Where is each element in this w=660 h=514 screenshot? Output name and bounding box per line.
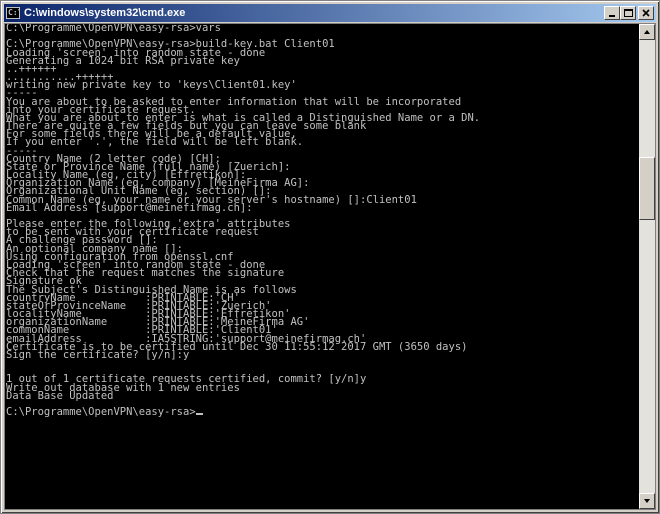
scroll-down-button[interactable] [639, 493, 655, 509]
console-line: C:\Programme\OpenVPN\easy-rsa> [6, 406, 643, 419]
console-line: writing new private key to 'keys\Client0… [6, 79, 643, 92]
console-line-text: writing new private key to 'keys\Client0… [6, 79, 297, 92]
console-output[interactable]: C:\Programme\OpenVPN\easy-rsa>vars C:\Pro… [6, 24, 643, 509]
console-line: C:\Programme\OpenVPN\easy-rsa>vars [6, 24, 643, 34]
console-window: C:\ C:\windows\system32\cmd.exe C:\Progr… [0, 0, 660, 514]
text-cursor [195, 413, 203, 416]
console-line: If you enter '.', the field will be left… [6, 136, 643, 149]
maximize-icon [624, 9, 633, 17]
cmd-icon[interactable]: C:\ [6, 7, 20, 19]
console-line-text: Sign the certificate? [y/n]:y [6, 348, 190, 361]
console-line: Generating a 1024 bit RSA private key [6, 55, 643, 66]
scroll-up-button[interactable] [639, 24, 655, 40]
console-line-text: Email Address [support@meinefirmag.ch]: [6, 201, 253, 214]
close-icon [642, 9, 650, 17]
console-line-text: C:\Programme\OpenVPN\easy-rsa>vars [6, 24, 221, 34]
window-title: C:\windows\system32\cmd.exe [24, 7, 186, 19]
arrow-up-icon [644, 30, 650, 34]
console-line: Check that the request matches the signa… [6, 268, 643, 279]
title-bar[interactable]: C:\ C:\windows\system32\cmd.exe [4, 4, 656, 22]
caption-buttons [604, 6, 654, 20]
console-line-text: If you enter '.', the field will be left… [6, 136, 304, 149]
minimize-button[interactable] [604, 6, 620, 20]
maximize-button[interactable] [620, 6, 636, 20]
vertical-scrollbar[interactable] [639, 24, 655, 509]
console-line-text: C:\Programme\OpenVPN\easy-rsa> [6, 406, 196, 419]
console-line-text: Data Base Updated [6, 389, 114, 402]
scroll-thumb[interactable] [639, 157, 655, 220]
close-button[interactable] [638, 6, 654, 20]
minimize-icon [609, 15, 615, 17]
arrow-down-icon [644, 499, 650, 503]
console-area[interactable]: C:\Programme\OpenVPN\easy-rsa>vars C:\Pro… [4, 23, 656, 510]
console-line: Data Base Updated [6, 389, 643, 402]
